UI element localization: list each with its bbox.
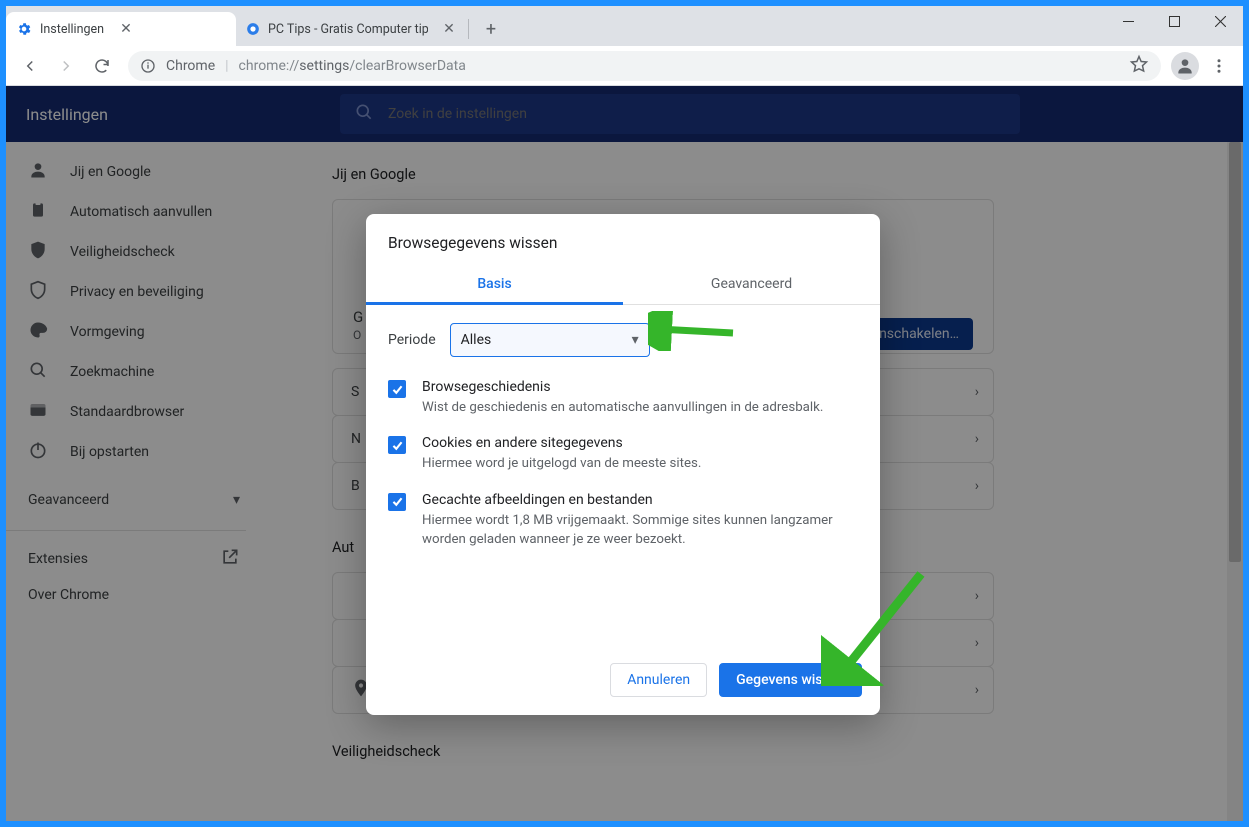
tab-title: PC Tips - Gratis Computer tips, in (268, 22, 428, 37)
option-title: Browsegeschiedenis (422, 379, 823, 395)
time-range-value: Alles (461, 332, 492, 348)
option-text: Gecachte afbeeldingen en bestanden Hierm… (422, 492, 858, 550)
cancel-button[interactable]: Annuleren (610, 663, 707, 697)
time-range-select[interactable]: Alles ▾ (450, 323, 650, 357)
tab-pctips[interactable]: PC Tips - Gratis Computer tips, in ✕ (236, 12, 466, 46)
kebab-menu-button[interactable] (1203, 50, 1235, 82)
option-text: Cookies en andere sitegegevens Hiermee w… (422, 435, 701, 473)
window-controls (1105, 6, 1243, 46)
forward-button[interactable] (50, 50, 82, 82)
checkbox-checked-icon[interactable] (388, 436, 406, 454)
tab-basic[interactable]: Basis (366, 266, 623, 304)
back-button[interactable] (14, 50, 46, 82)
gear-icon (16, 21, 32, 37)
time-range-label: Periode (388, 332, 436, 348)
profile-avatar[interactable] (1171, 52, 1199, 80)
close-icon[interactable]: ✕ (118, 21, 134, 37)
info-icon (140, 58, 156, 74)
minimize-button[interactable] (1105, 6, 1151, 36)
option-cache[interactable]: Gecachte afbeeldingen en bestanden Hierm… (388, 492, 858, 550)
time-range-row: Periode Alles ▾ (388, 323, 858, 357)
option-history[interactable]: Browsegeschiedenis Wist de geschiedenis … (388, 379, 858, 417)
close-icon[interactable]: ✕ (442, 21, 456, 37)
tab-title: Instellingen (40, 22, 104, 37)
new-tab-button[interactable]: + (477, 15, 505, 43)
tab-strip: Instellingen ✕ PC Tips - Gratis Computer… (6, 6, 1243, 46)
tab-advanced[interactable]: Geavanceerd (623, 266, 880, 304)
close-window-button[interactable] (1197, 6, 1243, 36)
option-title: Gecachte afbeeldingen en bestanden (422, 492, 858, 508)
address-bar[interactable]: Chrome | chrome://settings/clearBrowserD… (128, 51, 1161, 81)
tab-separator (468, 19, 469, 39)
secure-chip: Chrome (166, 58, 215, 74)
reload-button[interactable] (86, 50, 118, 82)
option-desc: Hiermee wordt 1,8 MB vrijgemaakt. Sommig… (422, 511, 858, 550)
chevron-down-icon: ▾ (632, 332, 639, 348)
dialog-body: Periode Alles ▾ Browsegeschiedenis Wist … (366, 305, 880, 573)
dialog-tabs: Basis Geavanceerd (366, 266, 880, 305)
maximize-button[interactable] (1151, 6, 1197, 36)
option-cookies[interactable]: Cookies en andere sitegegevens Hiermee w… (388, 435, 858, 473)
option-desc: Hiermee word je uitgelogd van de meeste … (422, 454, 701, 473)
browser-toolbar: Chrome | chrome://settings/clearBrowserD… (6, 46, 1243, 86)
dialog-title: Browsegegevens wissen (366, 214, 880, 266)
checkbox-checked-icon[interactable] (388, 493, 406, 511)
tab-settings[interactable]: Instellingen ✕ (6, 12, 236, 46)
checkbox-checked-icon[interactable] (388, 380, 406, 398)
browser-window: Instellingen ✕ PC Tips - Gratis Computer… (6, 6, 1243, 821)
option-text: Browsegeschiedenis Wist de geschiedenis … (422, 379, 823, 417)
url-text: chrome://settings/clearBrowserData (239, 58, 466, 74)
clear-browsing-data-dialog: Browsegegevens wissen Basis Geavanceerd … (366, 214, 880, 715)
bookmark-star-icon[interactable] (1129, 54, 1149, 78)
page-content: Instellingen Jij en Google Automatisch a… (6, 86, 1243, 821)
option-desc: Wist de geschiedenis en automatische aan… (422, 398, 823, 417)
option-title: Cookies en andere sitegegevens (422, 435, 701, 451)
clear-data-button[interactable]: Gegevens wissen (719, 663, 862, 697)
site-favicon-icon (246, 21, 260, 37)
plus-icon: + (486, 19, 496, 40)
dialog-actions: Annuleren Gegevens wissen (366, 573, 880, 697)
